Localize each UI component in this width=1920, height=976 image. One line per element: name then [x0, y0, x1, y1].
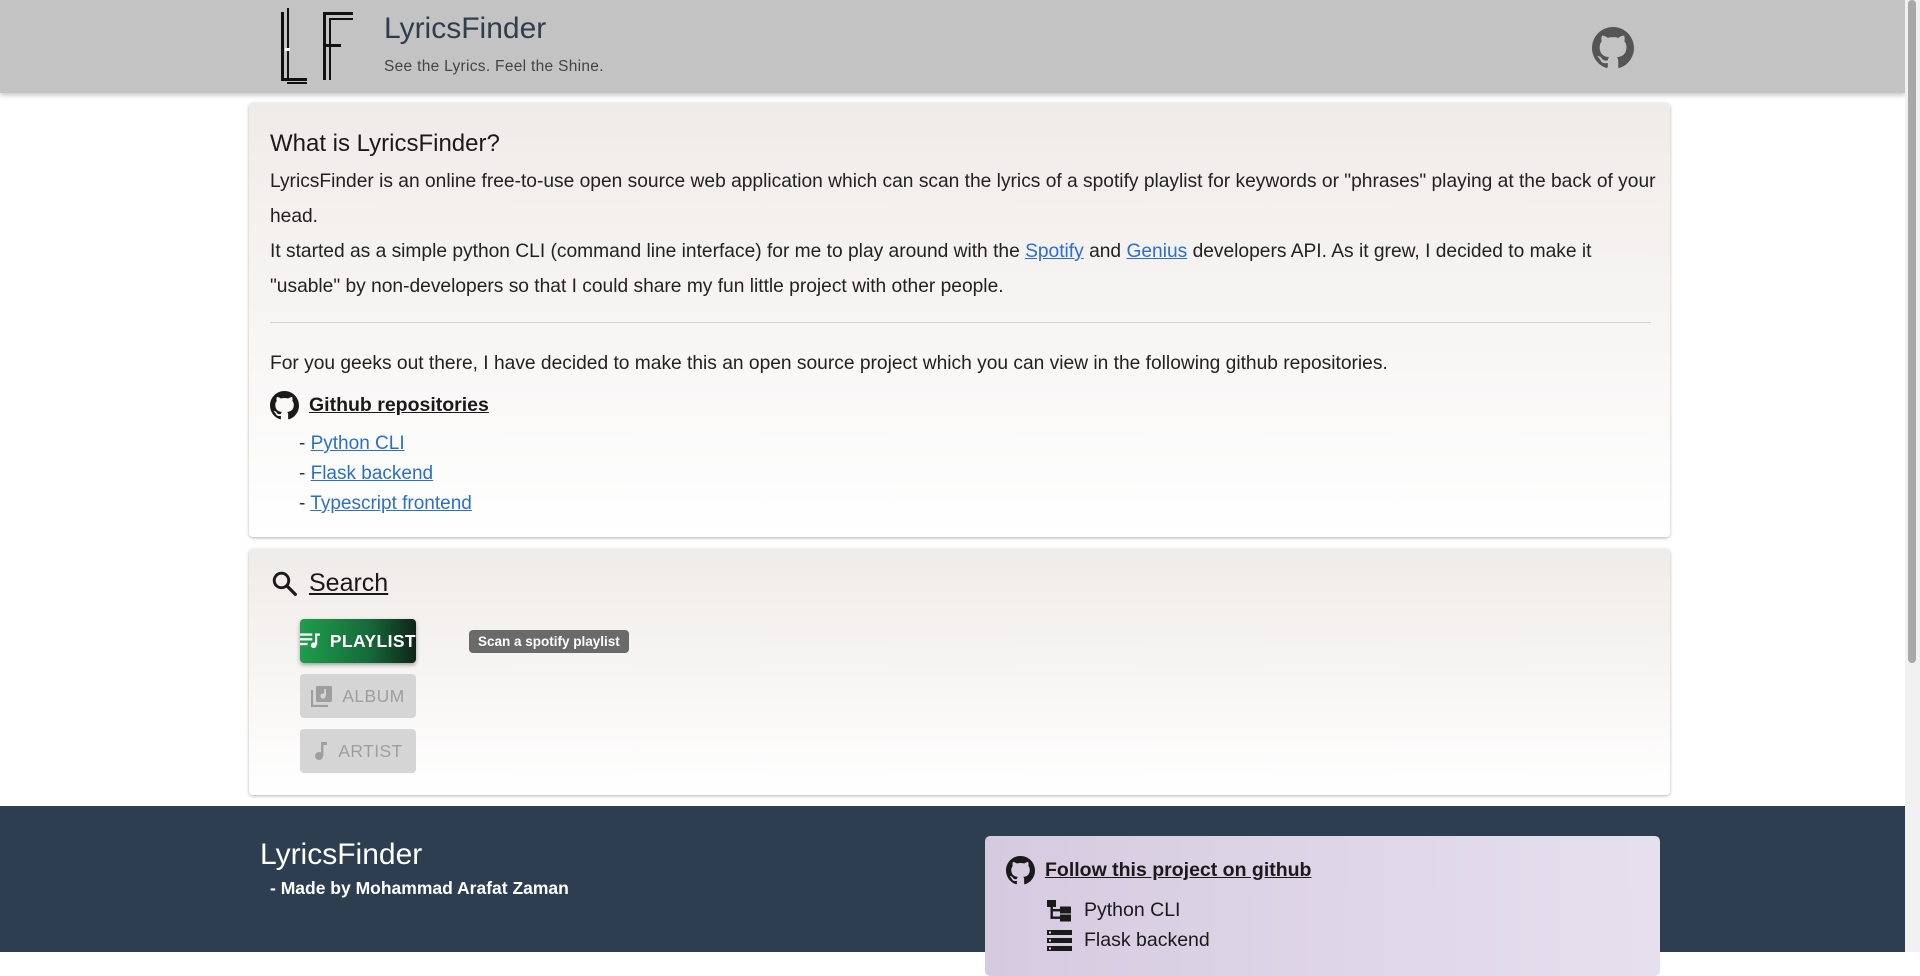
footer: LyricsFinder - Made by Mohammad Arafat Z…: [0, 806, 1905, 976]
follow-label[interactable]: Follow this project on github: [1045, 859, 1311, 882]
tree-icon: [1047, 899, 1071, 921]
album-icon: [311, 686, 333, 707]
album-button[interactable]: ALBUM: [300, 674, 416, 718]
artist-button[interactable]: ARTIST: [300, 729, 416, 773]
follow-item-label: Python CLI: [1084, 899, 1181, 921]
list-item: - Flask backend: [299, 459, 472, 489]
list-bullet: -: [299, 433, 311, 454]
github-repos-label[interactable]: Github repositories: [309, 394, 489, 417]
scrollbar-thumb[interactable]: [1908, 0, 1916, 663]
footer-credit: - Made by Mohammad Arafat Zaman: [270, 878, 569, 898]
follow-item-python-cli[interactable]: Python CLI: [1047, 899, 1180, 922]
search-label: Search: [309, 569, 389, 597]
playlist-tooltip: Scan a spotify playlist: [469, 630, 629, 653]
list-item: - Python CLI: [299, 429, 472, 459]
search-card: Search PLAYLIST Scan a spotify playlist …: [249, 549, 1670, 795]
divider: [270, 322, 1651, 323]
album-button-label: ALBUM: [342, 685, 405, 706]
github-icon: [270, 391, 299, 420]
search-heading: Search: [270, 569, 388, 598]
follow-heading: Follow this project on github: [1006, 856, 1311, 885]
follow-item-label: Flask backend: [1084, 929, 1210, 951]
follow-item-flask-backend[interactable]: Flask backend: [1047, 929, 1210, 952]
about-heading: What is LyricsFinder?: [270, 130, 500, 157]
list-bullet: -: [299, 463, 311, 484]
music-note-icon: [315, 742, 328, 760]
p2-text-mid: and: [1083, 241, 1127, 262]
repo-list: - Python CLI - Flask backend - Typescrip…: [299, 429, 472, 519]
python-cli-link[interactable]: Python CLI: [311, 433, 405, 454]
list-item: - Typescript frontend: [299, 489, 472, 519]
footer-title: LyricsFinder: [260, 838, 423, 871]
lf-logo-icon[interactable]: [277, 8, 357, 85]
app-header: LyricsFinder See the Lyrics. Feel the Sh…: [0, 0, 1905, 93]
brand-tagline: See the Lyrics. Feel the Shine.: [384, 58, 604, 75]
spotify-link[interactable]: Spotify: [1025, 241, 1084, 262]
playlist-icon: [300, 633, 320, 649]
github-icon: [1006, 856, 1035, 885]
list-bullet: -: [299, 493, 311, 514]
storage-icon: [1047, 929, 1072, 951]
p2-text-before: It started as a simple python CLI (comma…: [270, 241, 1026, 262]
about-paragraph-2: It started as a simple python CLI (comma…: [270, 234, 1660, 304]
flask-backend-link[interactable]: Flask backend: [311, 463, 434, 484]
genius-link[interactable]: Genius: [1126, 241, 1187, 262]
about-card: What is LyricsFinder? LyricsFinder is an…: [249, 103, 1670, 537]
playlist-button-label: PLAYLIST: [329, 630, 416, 651]
github-repos-heading: Github repositories: [270, 391, 489, 420]
brand-title: LyricsFinder: [384, 12, 547, 45]
playlist-button[interactable]: PLAYLIST: [300, 619, 416, 663]
about-paragraph-1: LyricsFinder is an online free-to-use op…: [270, 171, 1656, 227]
github-icon[interactable]: [1592, 27, 1634, 69]
artist-button-label: ARTIST: [338, 740, 403, 761]
search-icon: [272, 571, 297, 596]
about-paragraph-3: For you geeks out there, I have decided …: [270, 353, 1388, 374]
typescript-frontend-link[interactable]: Typescript frontend: [310, 493, 472, 514]
follow-card: Follow this project on github Python CLI: [985, 836, 1660, 976]
